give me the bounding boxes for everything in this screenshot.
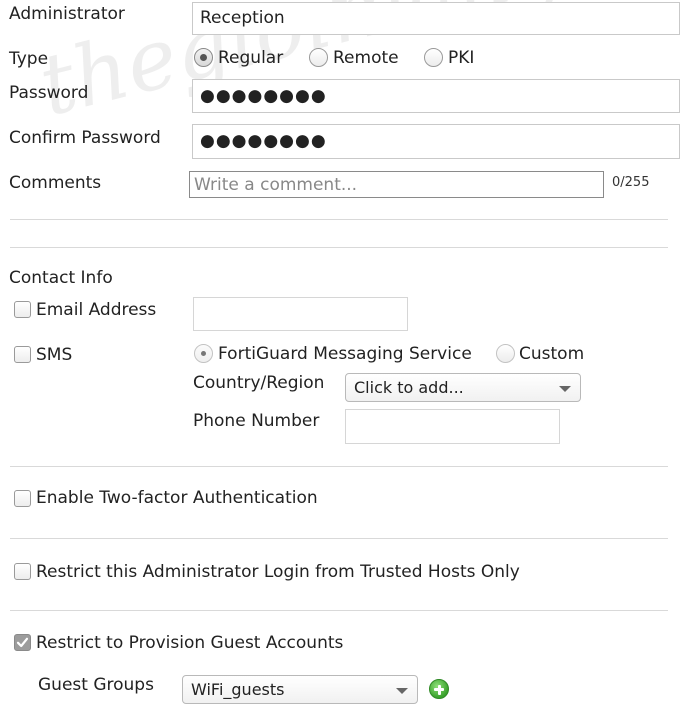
divider bbox=[10, 219, 668, 220]
type-regular-radio[interactable] bbox=[194, 48, 213, 67]
type-pki-label[interactable]: PKI bbox=[448, 47, 474, 69]
type-pki-radio[interactable] bbox=[424, 48, 443, 67]
trusted-hosts-label[interactable]: Restrict this Administrator Login from T… bbox=[36, 561, 520, 583]
administrator-label: Administrator bbox=[9, 4, 125, 24]
password-label: Password bbox=[9, 83, 89, 103]
email-address-checkbox[interactable] bbox=[14, 301, 31, 318]
trusted-hosts-checkbox[interactable] bbox=[14, 563, 31, 580]
country-region-label: Country/Region bbox=[193, 373, 325, 393]
email-address-label[interactable]: Email Address bbox=[36, 299, 156, 321]
chevron-down-icon bbox=[559, 385, 571, 392]
comments-textarea[interactable]: Write a comment... bbox=[189, 171, 604, 198]
password-value: ●●●●●●●● bbox=[200, 85, 327, 106]
guest-groups-value: WiFi_guests bbox=[191, 680, 285, 699]
type-remote-radio[interactable] bbox=[309, 48, 328, 67]
country-region-select[interactable]: Click to add... bbox=[345, 373, 581, 402]
password-input[interactable]: ●●●●●●●● bbox=[192, 79, 680, 113]
sms-fortiguard-label[interactable]: FortiGuard Messaging Service bbox=[218, 343, 472, 365]
phone-number-label: Phone Number bbox=[193, 411, 320, 431]
guest-groups-label: Guest Groups bbox=[38, 675, 154, 695]
divider bbox=[10, 610, 668, 611]
type-label: Type bbox=[9, 49, 49, 69]
confirm-password-input[interactable]: ●●●●●●●● bbox=[192, 124, 680, 159]
confirm-password-label: Confirm Password bbox=[9, 128, 161, 148]
divider bbox=[10, 466, 668, 467]
guest-provision-checkbox[interactable] bbox=[14, 634, 31, 651]
contact-info-heading: Contact Info bbox=[9, 268, 113, 288]
two-factor-label[interactable]: Enable Two-factor Authentication bbox=[36, 487, 318, 509]
country-region-value: Click to add... bbox=[354, 378, 464, 397]
type-regular-label[interactable]: Regular bbox=[218, 47, 283, 69]
email-address-input[interactable] bbox=[193, 297, 408, 331]
guest-groups-select[interactable]: WiFi_guests bbox=[182, 675, 418, 704]
plus-circle-icon[interactable] bbox=[429, 679, 449, 699]
confirm-password-value: ●●●●●●●● bbox=[200, 131, 327, 151]
administrator-name-input[interactable]: Reception bbox=[192, 2, 680, 35]
sms-custom-label[interactable]: Custom bbox=[519, 343, 584, 365]
sms-custom-radio[interactable] bbox=[496, 344, 515, 363]
comments-placeholder: Write a comment... bbox=[194, 174, 358, 195]
administrator-name-value: Reception bbox=[200, 8, 285, 28]
phone-number-input[interactable] bbox=[345, 409, 560, 444]
sms-label[interactable]: SMS bbox=[36, 344, 72, 366]
sms-fortiguard-radio[interactable] bbox=[194, 344, 213, 363]
comments-char-counter: 0/255 bbox=[612, 175, 650, 190]
sms-checkbox[interactable] bbox=[14, 346, 31, 363]
type-remote-label[interactable]: Remote bbox=[333, 47, 399, 69]
guest-provision-label[interactable]: Restrict to Provision Guest Accounts bbox=[36, 632, 343, 654]
chevron-down-icon bbox=[396, 687, 408, 694]
checkmark-icon bbox=[16, 637, 29, 648]
divider bbox=[10, 247, 668, 248]
two-factor-checkbox[interactable] bbox=[14, 490, 31, 507]
divider bbox=[10, 538, 668, 539]
comments-label: Comments bbox=[9, 173, 102, 193]
